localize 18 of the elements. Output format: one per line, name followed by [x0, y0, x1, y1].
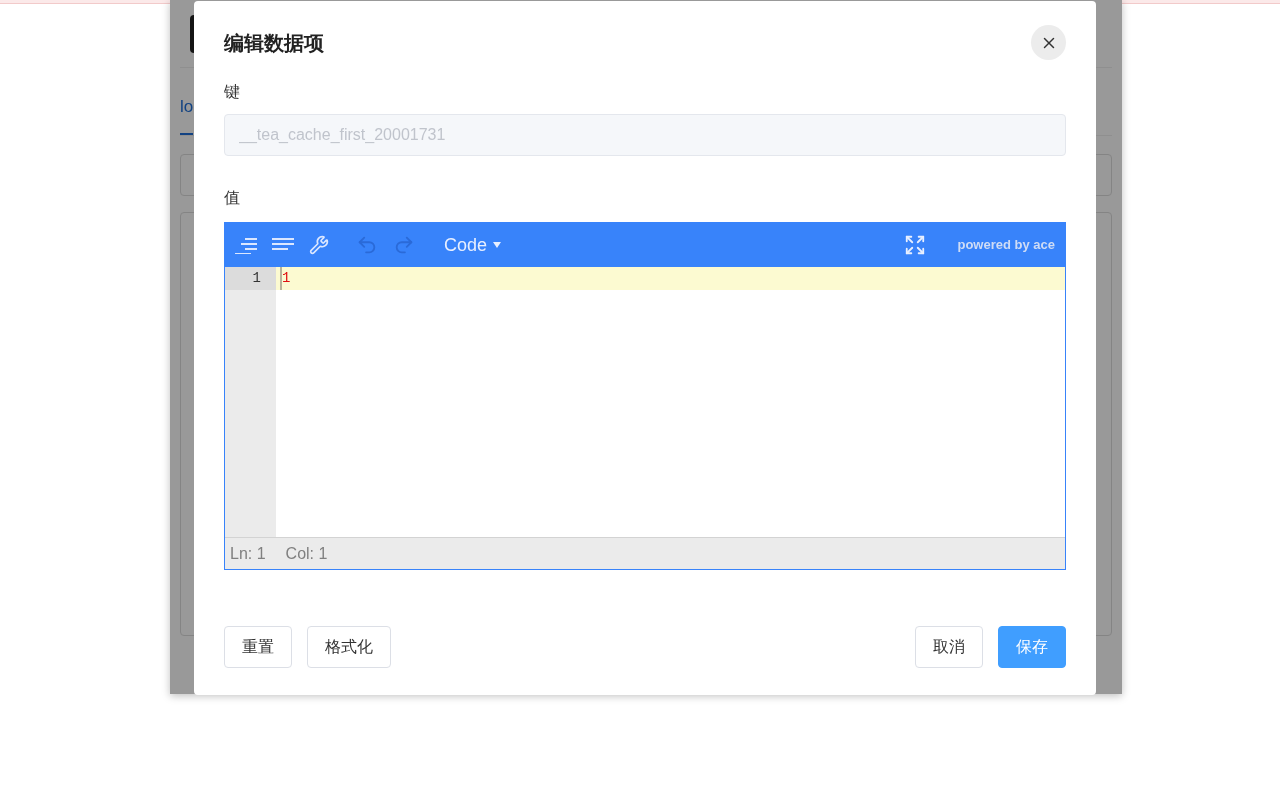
caret-icon — [493, 242, 502, 248]
save-button[interactable]: 保存 — [998, 626, 1066, 668]
code-text: 1 — [280, 267, 291, 290]
dialog-title: 编辑数据项 — [224, 30, 324, 56]
footer-button[interactable]: 重置 — [224, 626, 292, 668]
indent-lines-icon[interactable] — [235, 236, 257, 254]
field-label: 值 — [224, 188, 241, 208]
field-label: 键 — [224, 82, 241, 102]
fullscreen-icon[interactable] — [904, 234, 927, 256]
line-number: 1 — [225, 267, 276, 290]
line-indicator: Ln: 1 — [230, 543, 266, 564]
cancel-button[interactable]: 取消 — [915, 626, 983, 668]
wrench-icon[interactable] — [309, 235, 329, 255]
close-button[interactable] — [1031, 25, 1066, 60]
mode-dropdown[interactable]: Code — [444, 231, 502, 259]
footer-button[interactable]: 格式化 — [307, 626, 391, 668]
column-indicator: Col: 1 — [285, 543, 328, 564]
brand-label: powered by ace — [957, 236, 1055, 255]
